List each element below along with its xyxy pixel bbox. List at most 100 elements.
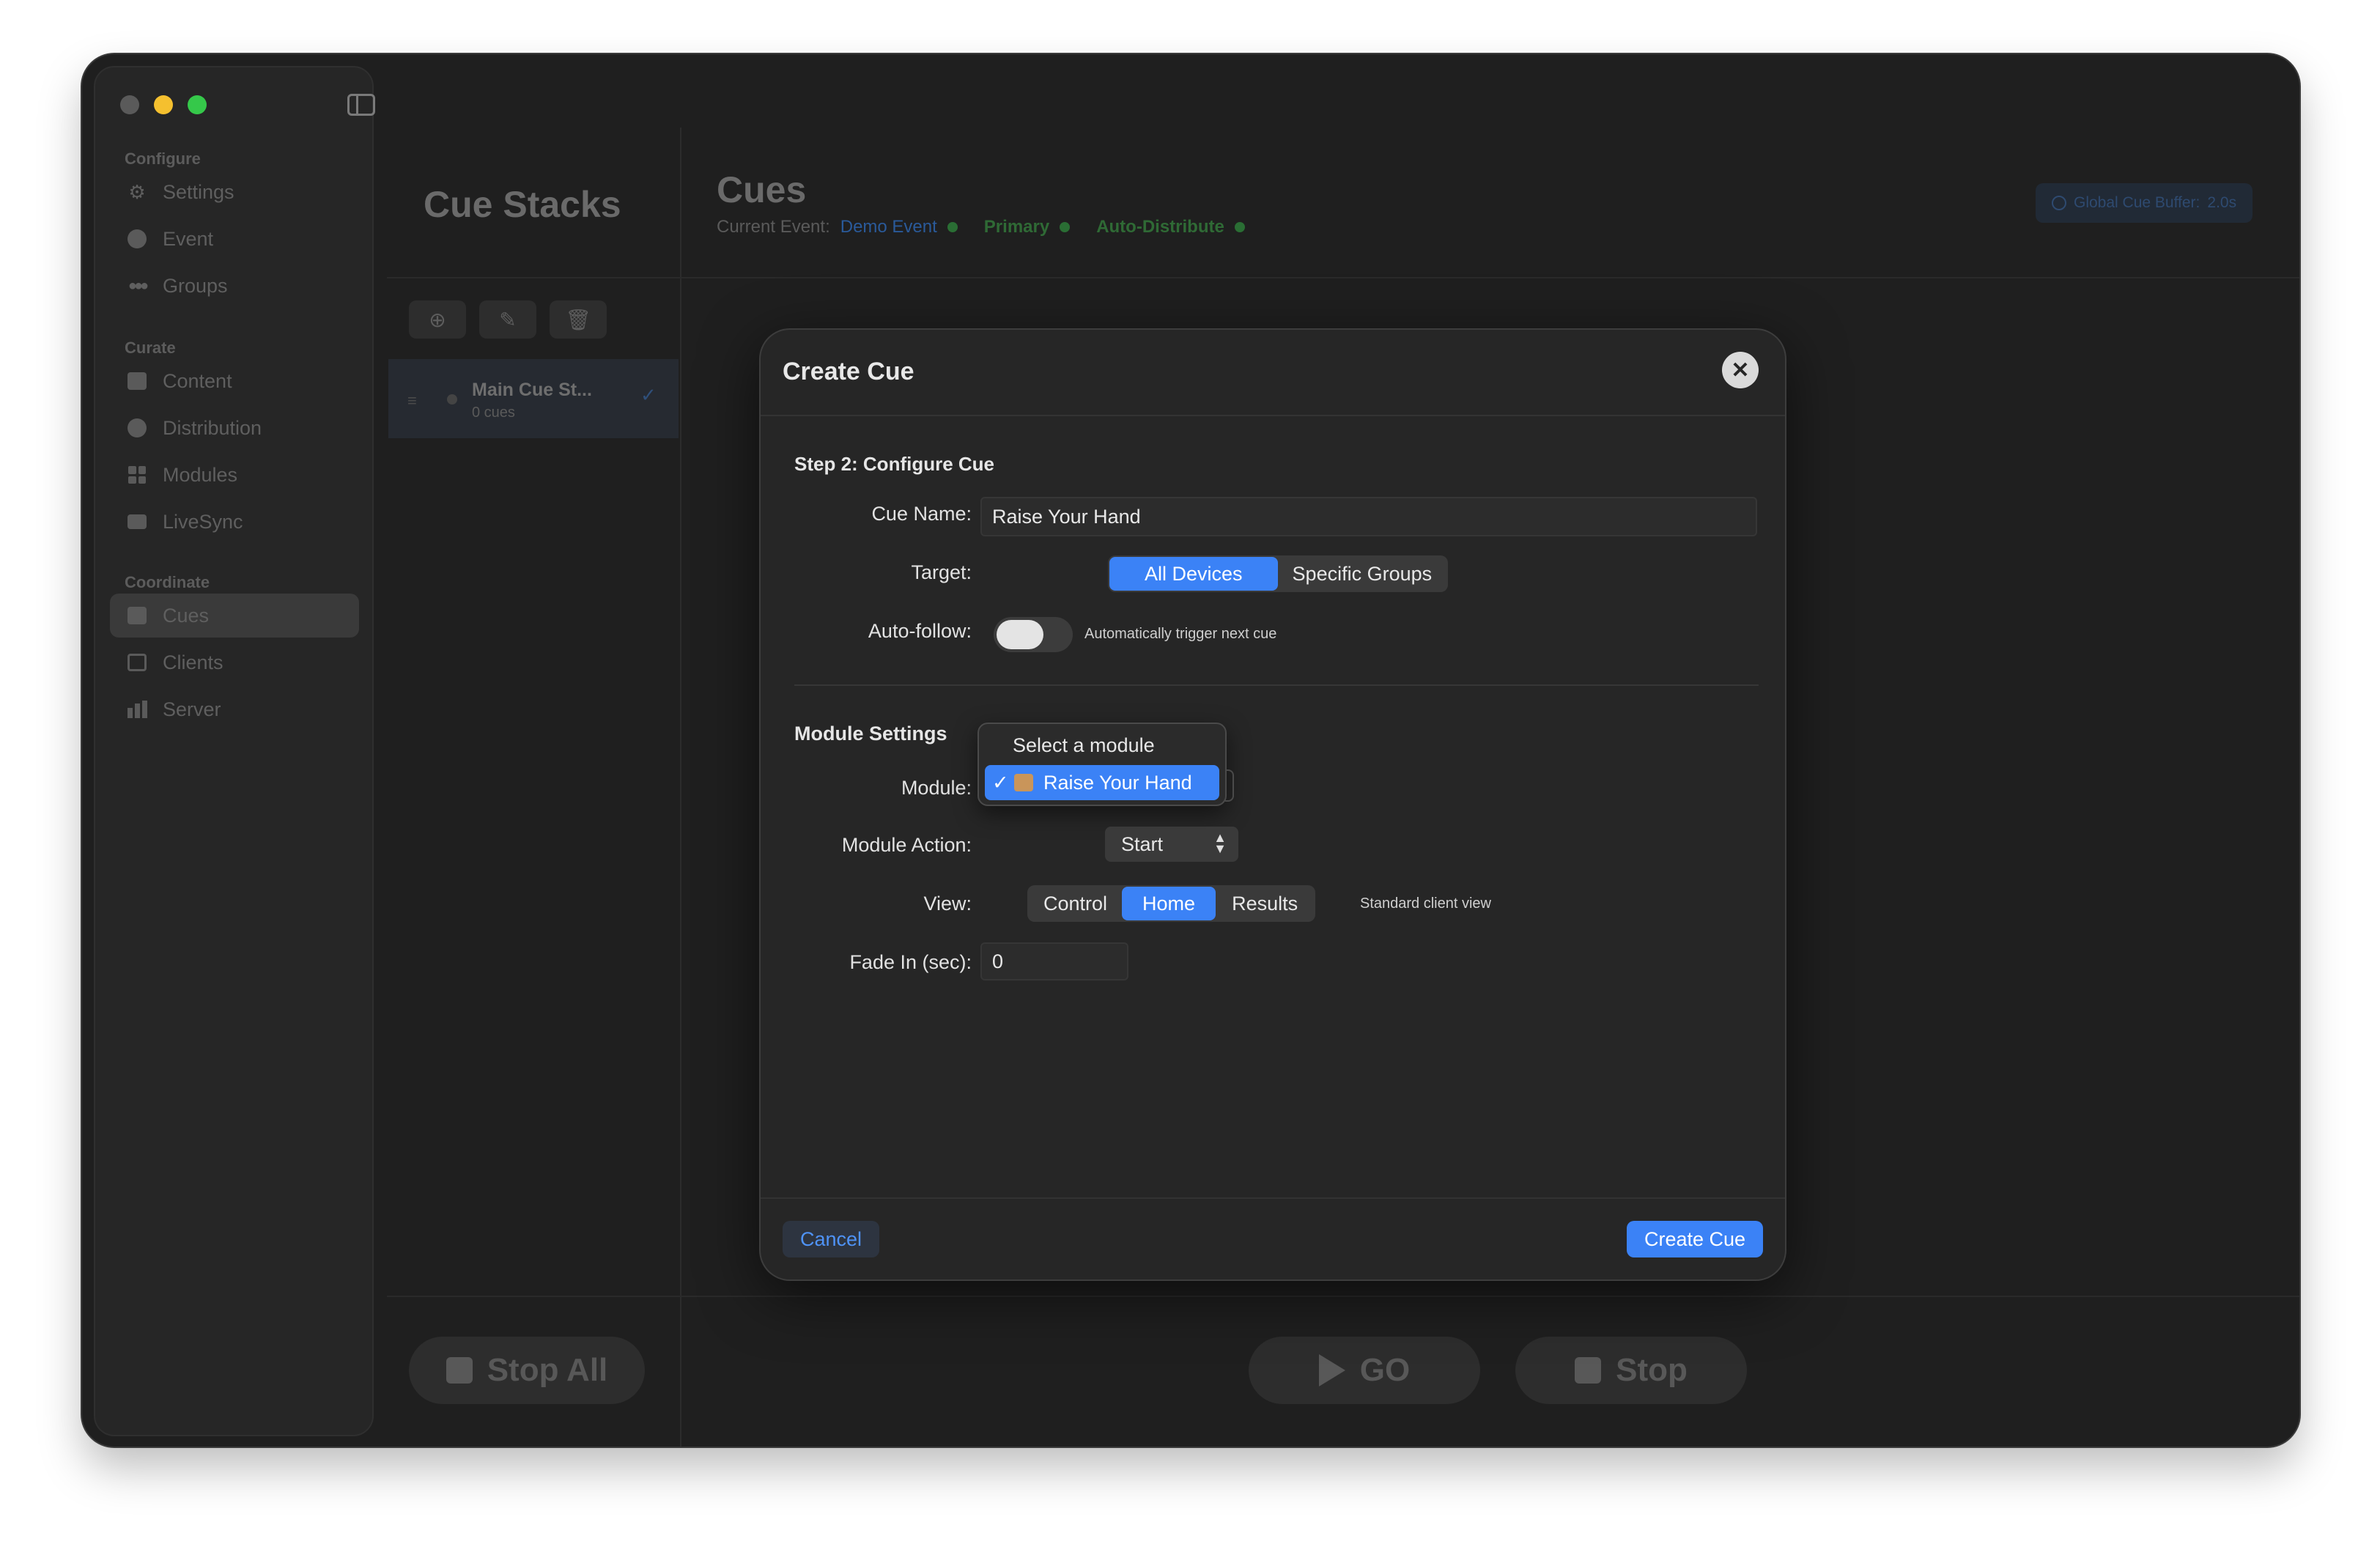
window-minimize-button[interactable]	[154, 95, 173, 114]
window-maximize-button[interactable]	[188, 95, 207, 114]
list-item[interactable]: ≡ Main Cue St... 0 cues	[388, 359, 679, 438]
app-window: Configure ⚙ Settings Event ●●● Groups Cu…	[82, 54, 2299, 1447]
global-buffer-label: Global Cue Buffer:	[2074, 194, 2200, 211]
create-cue-dialog: Create Cue ✕ Step 2: Configure Cue Cue N…	[761, 330, 1785, 1279]
stop-all-label: Stop All	[487, 1352, 608, 1388]
modules-icon	[125, 464, 149, 486]
sidebar-item-distribution[interactable]: Distribution	[110, 406, 359, 450]
sidebar-item-label: Clients	[163, 651, 223, 673]
cancel-button[interactable]: Cancel	[783, 1221, 880, 1257]
cue-name-field[interactable]: Raise Your Hand	[980, 497, 1757, 536]
target-label: Target:	[911, 561, 972, 583]
view-option-home[interactable]: Home	[1122, 887, 1216, 920]
sidebar-item-cues[interactable]: Cues	[110, 594, 359, 638]
edit-stack-button[interactable]: ✎	[479, 300, 536, 339]
target-option-all-devices[interactable]: All Devices	[1109, 557, 1278, 591]
stack-cue-count: 0 cues	[472, 405, 515, 421]
sidebar-item-modules[interactable]: Modules	[110, 453, 359, 497]
create-cue-button[interactable]: Create Cue	[1627, 1221, 1764, 1257]
module-dropdown-menu: Select a module ✓ Raise Your Hand	[978, 723, 1227, 806]
section-label-configure: Configure	[125, 149, 201, 168]
stop-label: Stop	[1616, 1352, 1688, 1388]
go-label: GO	[1359, 1352, 1411, 1388]
sidebar-item-label: LiveSync	[163, 510, 243, 533]
cue-name-label: Cue Name:	[871, 503, 972, 525]
sidebar-item-label: Cues	[163, 604, 210, 627]
sidebar-item-content[interactable]: Content	[110, 359, 359, 403]
fade-in-label: Fade In (sec):	[849, 951, 972, 973]
sidebar-item-clients[interactable]: Clients	[110, 640, 359, 684]
stop-all-button[interactable]: Stop All	[409, 1337, 645, 1404]
cues-title: Cues	[717, 169, 807, 210]
drag-handle-icon[interactable]: ≡	[407, 391, 417, 410]
sidebar-item-settings[interactable]: ⚙ Settings	[110, 170, 359, 214]
cue-stacks-title: Cue Stacks	[424, 184, 621, 225]
module-select-edge	[1225, 769, 1234, 802]
sidebar-toggle-icon[interactable]	[347, 94, 375, 116]
sidebar-item-server[interactable]: Server	[110, 687, 359, 731]
global-buffer-value: 2.0s	[2207, 194, 2237, 211]
checkmark-icon: ✓	[992, 771, 1009, 794]
add-icon: ⊕	[429, 308, 446, 331]
sidebar-item-label: Event	[163, 227, 214, 250]
content-icon	[125, 370, 149, 392]
camera-icon	[125, 511, 149, 533]
auto-follow-toggle[interactable]	[994, 617, 1073, 652]
target-option-specific-groups[interactable]: Specific Groups	[1278, 557, 1447, 591]
chevron-updown-icon: ▲ ▼	[1213, 830, 1227, 856]
sidebar-item-groups[interactable]: ●●● Groups	[110, 264, 359, 308]
go-button[interactable]: GO	[1249, 1337, 1480, 1404]
stop-button[interactable]: Stop	[1515, 1337, 1747, 1404]
event-icon	[125, 228, 149, 250]
sidebar-item-label: Content	[163, 369, 232, 392]
section-label-curate: Curate	[125, 339, 176, 357]
window-close-button[interactable]	[120, 95, 139, 114]
global-cue-buffer-badge[interactable]: Global Cue Buffer: 2.0s	[2036, 183, 2253, 223]
module-action-label: Module Action:	[841, 834, 972, 856]
section-divider	[794, 684, 1759, 686]
view-label: View:	[923, 893, 972, 915]
clock-icon	[2052, 196, 2066, 210]
status-dot	[447, 394, 457, 405]
module-label: Module:	[901, 777, 972, 799]
sidebar-item-label: Modules	[163, 463, 238, 486]
sidebar-item-label: Server	[163, 698, 221, 720]
gear-icon: ⚙	[128, 180, 146, 203]
fade-in-field[interactable]: 0	[980, 942, 1128, 980]
module-action-select[interactable]: Start ▲ ▼	[1105, 827, 1238, 862]
auto-follow-note: Automatically trigger next cue	[1084, 626, 1277, 642]
distribution-status-dot	[1234, 222, 1245, 232]
trash-icon: 🗑	[565, 308, 591, 331]
module-action-value: Start	[1121, 832, 1164, 855]
module-option-label: Raise Your Hand	[1043, 771, 1192, 794]
mode-label: Primary	[983, 217, 1050, 237]
close-icon[interactable]: ✕	[1722, 352, 1759, 388]
cues-icon	[125, 605, 149, 627]
stop-icon	[1575, 1357, 1602, 1384]
header-divider	[387, 277, 2299, 278]
view-note: Standard client view	[1360, 895, 1491, 912]
play-icon	[1318, 1354, 1345, 1386]
column-divider	[680, 128, 681, 1447]
add-stack-button[interactable]: ⊕	[409, 300, 466, 339]
sidebar-item-event[interactable]: Event	[110, 217, 359, 261]
view-option-control[interactable]: Control	[1029, 887, 1122, 920]
footer-divider	[387, 1296, 2299, 1297]
sidebar-item-label: Groups	[163, 274, 228, 297]
pencil-icon: ✎	[499, 308, 517, 331]
stack-name: Main Cue St...	[472, 380, 592, 400]
delete-stack-button[interactable]: 🗑	[550, 300, 607, 339]
step-title: Step 2: Configure Cue	[794, 453, 995, 475]
module-option-placeholder[interactable]: Select a module	[1013, 734, 1155, 757]
section-label-coordinate: Coordinate	[125, 573, 210, 591]
groups-icon: ●●●	[128, 277, 149, 294]
dialog-title: Create Cue	[783, 358, 914, 385]
event-name-link[interactable]: Demo Event	[840, 217, 937, 237]
sidebar-item-livesync[interactable]: LiveSync	[110, 500, 359, 544]
view-segmented-control: Control Home Results	[1027, 885, 1316, 922]
clients-icon	[125, 651, 149, 673]
module-option-raise-your-hand[interactable]: ✓ Raise Your Hand	[985, 765, 1219, 800]
stop-icon	[446, 1357, 473, 1384]
view-option-results[interactable]: Results	[1216, 887, 1314, 920]
mode-status-dot	[1060, 222, 1071, 232]
